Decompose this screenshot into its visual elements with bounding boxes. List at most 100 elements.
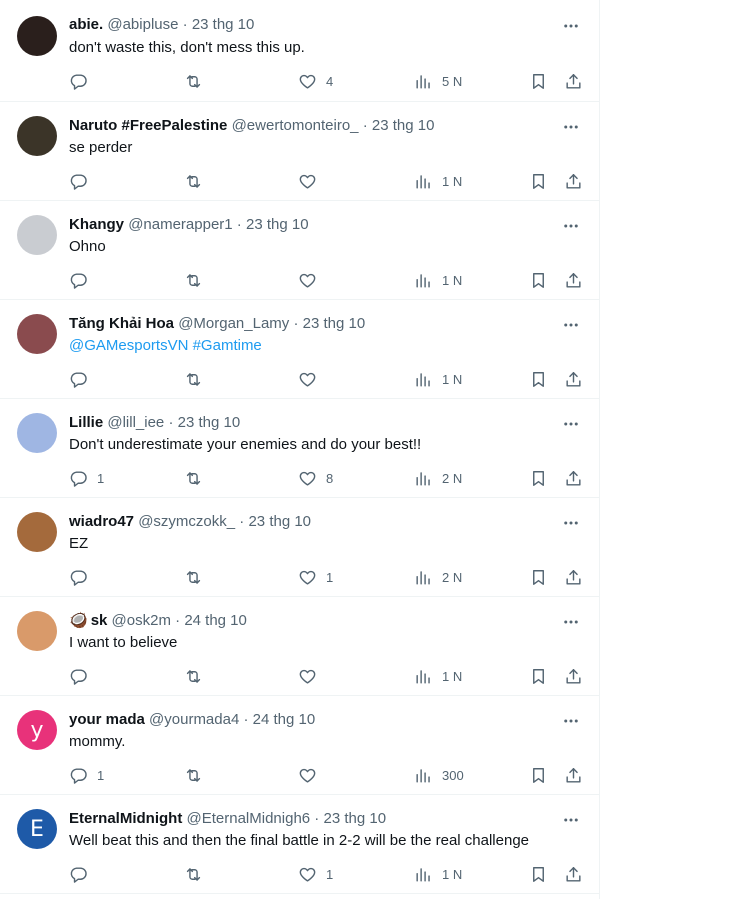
like-button[interactable]: 8 [298,467,333,489]
retweet-button[interactable] [184,467,212,489]
tweet[interactable]: Naruto #FreePalestine @ewertomonteiro_ ·… [0,102,599,201]
views-button[interactable]: 1 N [414,269,462,291]
more-options-button[interactable] [561,316,581,334]
share-button[interactable] [564,269,583,291]
bookmark-button[interactable] [529,665,548,687]
display-name[interactable]: abie. [69,16,103,33]
like-button[interactable]: 1 [298,863,333,885]
more-options-button[interactable] [561,514,581,532]
more-options-button[interactable] [561,811,581,829]
timestamp[interactable]: 23 thg 10 [248,513,311,530]
like-button[interactable] [298,665,326,687]
views-button[interactable]: 1 N [414,368,462,390]
display-name[interactable]: EternalMidnight [69,810,182,827]
retweet-button[interactable] [184,665,212,687]
share-button[interactable] [564,566,583,588]
reply-button[interactable] [69,863,97,885]
retweet-button[interactable] [184,368,212,390]
display-name[interactable]: your mada [69,711,145,728]
avatar[interactable] [17,413,57,453]
reply-button[interactable] [69,665,97,687]
like-button[interactable]: 4 [298,70,333,92]
views-button[interactable]: 300 [414,764,464,786]
views-button[interactable]: 1 N [414,665,462,687]
handle[interactable]: @szymczokk_ [138,513,235,530]
timestamp[interactable]: 24 thg 10 [253,711,316,728]
views-button[interactable]: 1 N [414,863,462,885]
tweet[interactable]: y your mada @yourmada4 · 24 thg 10 mommy… [0,696,599,795]
tweet[interactable]: 🥥 sk @osk2m · 24 thg 10 I want to believe [0,597,599,696]
retweet-button[interactable] [184,764,212,786]
handle[interactable]: @Morgan_Lamy [178,315,289,332]
more-options-button[interactable] [561,415,581,433]
avatar[interactable] [17,116,57,156]
handle[interactable]: @abipluse [107,16,178,33]
like-button[interactable] [298,269,326,291]
reply-button[interactable]: 1 [69,764,104,786]
tweet-link[interactable]: @GAMesportsVN [69,337,188,354]
handle[interactable]: @yourmada4 [149,711,239,728]
avatar[interactable] [17,611,57,651]
retweet-button[interactable] [184,170,212,192]
views-button[interactable]: 2 N [414,467,462,489]
handle[interactable]: @ewertomonteiro_ [232,117,359,134]
bookmark-button[interactable] [529,269,548,291]
like-button[interactable]: 1 [298,566,333,588]
retweet-button[interactable] [184,70,212,92]
tweet[interactable]: Khangy @namerapper1 · 23 thg 10 Ohno 1 N [0,201,599,300]
share-button[interactable] [564,665,583,687]
timestamp[interactable]: 23 thg 10 [372,117,435,134]
display-name[interactable]: Naruto #FreePalestine [69,117,227,134]
display-name[interactable]: sk [91,612,108,629]
retweet-button[interactable] [184,269,212,291]
tweet-link[interactable]: #Gamtime [193,337,262,354]
handle[interactable]: @namerapper1 [128,216,232,233]
timestamp[interactable]: 23 thg 10 [178,414,241,431]
reply-button[interactable] [69,368,97,390]
like-button[interactable] [298,170,326,192]
views-button[interactable]: 1 N [414,170,462,192]
display-name[interactable]: Khangy [69,216,124,233]
retweet-button[interactable] [184,863,212,885]
bookmark-button[interactable] [529,764,548,786]
more-options-button[interactable] [561,712,581,730]
views-button[interactable]: 5 N [414,70,462,92]
share-button[interactable] [564,467,583,489]
share-button[interactable] [564,170,583,192]
avatar[interactable] [17,512,57,552]
bookmark-button[interactable] [529,170,548,192]
share-button[interactable] [564,368,583,390]
timestamp[interactable]: 23 thg 10 [323,810,386,827]
avatar[interactable] [17,215,57,255]
reply-button[interactable] [69,269,97,291]
timestamp[interactable]: 24 thg 10 [184,612,247,629]
avatar[interactable]: E [17,809,57,849]
timestamp[interactable]: 23 thg 10 [303,315,366,332]
more-options-button[interactable] [561,217,581,235]
bookmark-button[interactable] [529,863,548,885]
tweet[interactable]: Lillie @lill_iee · 23 thg 10 Don't under… [0,399,599,498]
more-options-button[interactable] [561,613,581,631]
share-button[interactable] [564,863,583,885]
display-name[interactable]: Lillie [69,414,103,431]
more-options-button[interactable] [561,17,581,35]
handle[interactable]: @EternalMidnigh6 [187,810,311,827]
retweet-button[interactable] [184,566,212,588]
tweet[interactable]: E EternalMidnight @EternalMidnigh6 · 23 … [0,795,599,894]
reply-button[interactable]: 1 [69,467,104,489]
views-button[interactable]: 2 N [414,566,462,588]
avatar[interactable] [17,16,57,56]
timestamp[interactable]: 23 thg 10 [246,216,309,233]
bookmark-button[interactable] [529,467,548,489]
share-button[interactable] [564,70,583,92]
tweet[interactable]: Tăng Khải Hoa @Morgan_Lamy · 23 thg 10 @… [0,300,599,399]
tweet[interactable]: wiadro47 @szymczokk_ · 23 thg 10 EZ 1 2 … [0,498,599,597]
tweet[interactable]: abie. @abipluse · 23 thg 10 don't waste … [0,0,599,102]
handle[interactable]: @lill_iee [107,414,164,431]
reply-button[interactable] [69,566,97,588]
bookmark-button[interactable] [529,566,548,588]
handle[interactable]: @osk2m [112,612,171,629]
reply-button[interactable] [69,70,97,92]
display-name[interactable]: wiadro47 [69,513,134,530]
bookmark-button[interactable] [529,368,548,390]
